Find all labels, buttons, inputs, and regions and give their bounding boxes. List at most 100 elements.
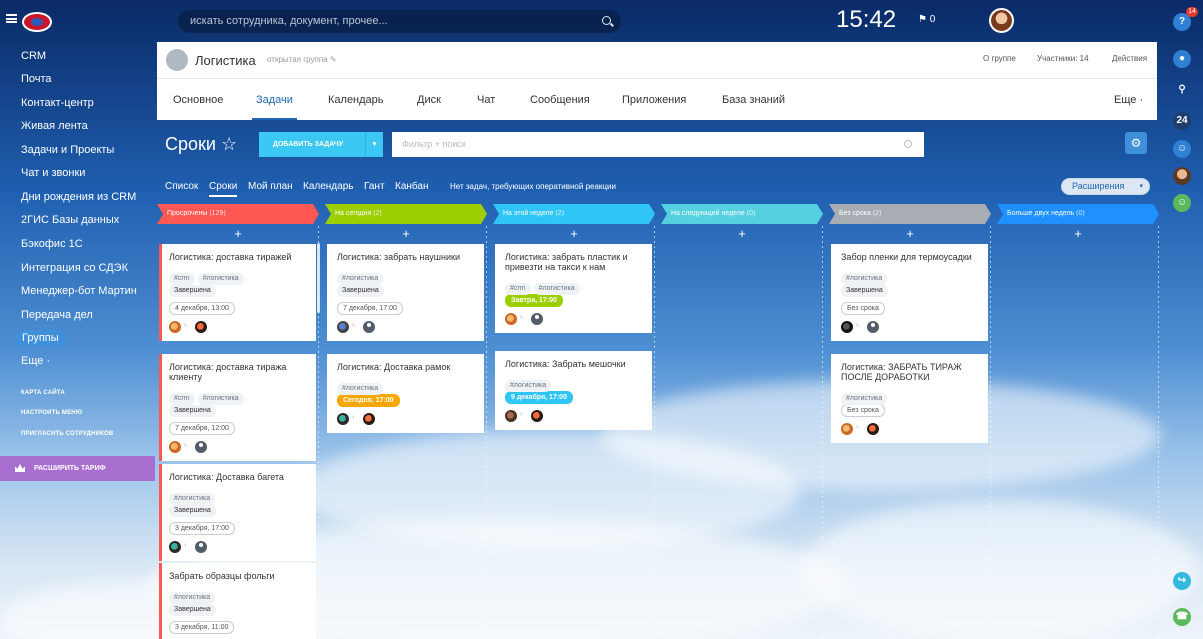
tab-messages[interactable]: Сообщения [530,94,590,106]
task-title[interactable]: Логистика: Доставка багета [169,472,309,482]
sidebar-item-birthdays[interactable]: Дни рождения из CRM [21,191,136,203]
sidebar-item-feed[interactable]: Живая лента [21,120,88,132]
chevron-down-icon[interactable]: ▾ [365,132,383,157]
task-card[interactable]: Логистика: Доставка рамок #логистика Сегод… [327,354,484,433]
members-link[interactable]: Участники: 14 [1037,54,1089,63]
tab-disk[interactable]: Диск [417,94,441,106]
upgrade-button[interactable]: РАСШИРИТЬ ТАРИФ [0,456,155,481]
view-kanban[interactable]: Канбан [395,181,429,192]
column-header[interactable]: На следующей неделе (0) [661,204,823,224]
tab-chat[interactable]: Чат [477,94,495,106]
task-deadline[interactable]: 7 декабря, 17:00 [337,302,403,315]
tab-apps[interactable]: Приложения [622,94,686,106]
task-tag[interactable]: #логистика [505,380,552,392]
actions-link[interactable]: Действия [1112,54,1147,63]
view-my-plan[interactable]: Мой план [248,181,293,192]
add-card-plus-icon[interactable]: + [661,226,823,241]
responsible-avatar[interactable] [867,321,879,333]
column-header[interactable]: Без срока (2) [829,204,991,224]
flag-counter[interactable]: ⚑ 0 [918,14,935,25]
add-card-plus-icon[interactable]: + [493,226,655,241]
creator-avatar[interactable] [169,321,181,333]
tab-calendar[interactable]: Календарь [328,94,384,106]
add-card-plus-icon[interactable]: + [157,226,319,241]
task-deadline[interactable]: Без срока [841,302,885,315]
creator-avatar[interactable] [505,313,517,325]
tab-knowledge-base[interactable]: База знаний [722,94,785,106]
task-title[interactable]: Логистика: забрать наушники [337,252,477,262]
star-icon[interactable]: ☆ [221,134,237,154]
contact-icon[interactable]: ☺ [1173,194,1191,212]
task-deadline[interactable]: 3 декабря, 11:00 [169,621,235,634]
column-header[interactable]: На этой неделе (2) [493,204,655,224]
sidebar-item-bot[interactable]: Менеджер-бот Мартин [21,285,137,297]
sidebar-item-handover[interactable]: Передача дел [21,309,93,321]
user-avatar[interactable] [989,8,1014,33]
task-card[interactable]: Логистика: забрать пластик и привезти на… [495,244,652,333]
chevron-down-icon[interactable]: ▾ [1139,179,1143,194]
task-tag[interactable]: #логистика [841,273,888,285]
tab-main[interactable]: Основное [173,94,223,106]
task-title[interactable]: Логистика: Доставка рамок [337,362,477,372]
sidebar-item-crm[interactable]: CRM [21,50,46,62]
task-tag[interactable]: #логистика [197,393,244,405]
responsible-avatar[interactable] [363,321,375,333]
column-header[interactable]: Больше двух недель (0) [997,204,1159,224]
task-tag[interactable]: #crm [169,273,195,285]
about-group-link[interactable]: О группе [983,54,1016,63]
creator-avatar[interactable] [169,541,181,553]
task-tag[interactable]: #логистика [169,592,216,604]
creator-avatar[interactable] [169,441,181,453]
column-scrollbar[interactable] [317,243,320,313]
sidebar-item-1c[interactable]: Бэкофис 1С [21,238,83,250]
column-header[interactable]: На сегодня (2) [325,204,487,224]
phone-icon[interactable]: ☎ [1173,608,1191,626]
task-card[interactable]: Забор пленки для термоусадки #логистика За… [831,244,988,341]
sidebar-item-tasks[interactable]: Задачи и Проекты [21,144,114,156]
task-tag[interactable]: #логистика [337,383,384,395]
task-deadline[interactable]: 7 декабря, 12:00 [169,422,235,435]
task-deadline[interactable]: 3 декабря, 17:00 [169,522,235,535]
task-card[interactable]: Логистика: Забрать мешочки #логистика 9 де… [495,351,652,430]
creator-avatar[interactable] [337,321,349,333]
tab-more[interactable]: Еще · [1114,94,1143,106]
sidebar-item-mail[interactable]: Почта [21,73,52,85]
task-tag[interactable]: #crm [505,283,531,295]
responsible-avatar[interactable] [195,541,207,553]
sidebar-item-contact-center[interactable]: Контакт-центр [21,97,94,109]
task-card[interactable]: Логистика: Доставка багета #логистика Заве… [159,464,316,561]
configure-menu-link[interactable]: НАСТРОИТЬ МЕНЮ [21,410,82,416]
creator-avatar[interactable] [841,321,853,333]
view-list[interactable]: Список [165,181,198,192]
profile-icon[interactable]: ☺ [1173,140,1191,158]
add-card-plus-icon[interactable]: + [325,226,487,241]
tab-tasks[interactable]: Задачи [256,94,293,106]
task-title[interactable]: Логистика: забрать пластик и привезти на… [505,252,645,272]
task-tag[interactable]: #логистика [197,273,244,285]
column-header[interactable]: Просрочены (129) [157,204,319,224]
sidebar-item-chat[interactable]: Чат и звонки [21,167,85,179]
task-title[interactable]: Логистика: Забрать мешочки [505,359,645,369]
task-tag[interactable]: #логистика [337,273,384,285]
sidebar-item-groups[interactable]: Группы [15,330,66,346]
responsible-avatar[interactable] [195,441,207,453]
responsible-avatar[interactable] [867,423,879,435]
menu-icon[interactable] [6,14,17,23]
gear-icon[interactable]: ⚙ [1125,132,1147,154]
task-tag[interactable]: #crm [169,393,195,405]
task-deadline[interactable]: Завтра, 17:00 [505,294,563,307]
creator-avatar[interactable] [337,413,349,425]
task-card[interactable]: Забрать образцы фольги #логистика Завершен… [159,563,316,639]
sitemap-link[interactable]: КАРТА САЙТА [21,390,65,396]
invite-link[interactable]: ПРИГЛАСИТЬ СОТРУДНИКОВ [21,431,113,437]
creator-avatar[interactable] [505,410,517,422]
task-title[interactable]: Логистика: доставка тиражей [169,252,309,262]
task-title[interactable]: Логистика: ЗАБРАТЬ ТИРАЖ ПОСЛЕ ДОРАБОТКИ [841,362,981,382]
responsible-avatar[interactable] [363,413,375,425]
add-card-plus-icon[interactable]: + [997,226,1159,241]
task-tag[interactable]: #логистика [533,283,580,295]
add-card-plus-icon[interactable]: + [829,226,991,241]
search-icon[interactable]: ⚲ [1173,81,1191,99]
contact-avatar[interactable] [1173,167,1191,185]
task-deadline[interactable]: Без срока [841,404,885,417]
